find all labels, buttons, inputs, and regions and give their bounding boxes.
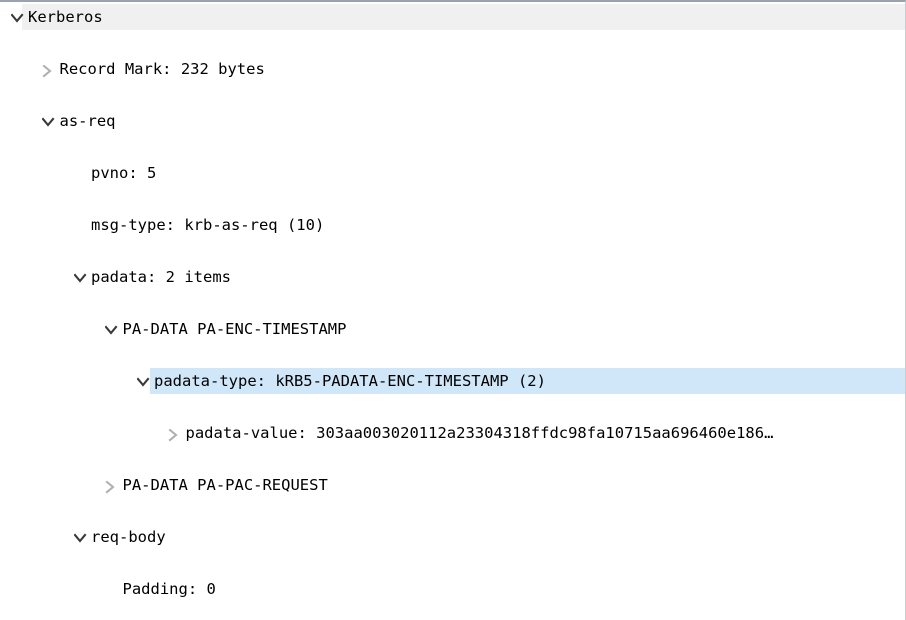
tree-row-req-body[interactable]: req-body (0, 524, 905, 550)
chevron-right-icon[interactable] (166, 420, 184, 446)
packet-details-tree[interactable]: Kerberos Record Mark: 232 bytes as-req pvno… (0, 0, 906, 620)
tree-row-label: Padding: 0 (123, 576, 216, 602)
tree-row-pa-data-enc-timestamp[interactable]: PA-DATA PA-ENC-TIMESTAMP (0, 316, 905, 342)
tree-row-label: padata-value: 303aa003020112a23304318ffd… (186, 420, 774, 446)
tree-row-label: req-body (91, 524, 166, 550)
chevron-right-icon[interactable] (103, 472, 121, 498)
tree-row-label: padata-type: kRB5-PADATA-ENC-TIMESTAMP (… (154, 368, 546, 394)
chevron-down-icon[interactable] (71, 524, 89, 550)
tree-row-pvno[interactable]: pvno: 5 (0, 160, 905, 186)
tree-row-padding[interactable]: Padding: 0 (0, 576, 905, 602)
tree-row-label: padata: 2 items (91, 264, 231, 290)
tree-row-msg-type[interactable]: msg-type: krb-as-req (10) (0, 212, 905, 238)
chevron-right-icon[interactable] (40, 56, 58, 82)
tree-row-label: Kerberos (28, 4, 103, 30)
tree-row-pa-data-pac-request[interactable]: PA-DATA PA-PAC-REQUEST (0, 472, 905, 498)
row-highlight (22, 4, 905, 30)
tree-row-padata-value[interactable]: padata-value: 303aa003020112a23304318ffd… (0, 420, 905, 446)
tree-row-as-req[interactable]: as-req (0, 108, 905, 134)
tree-row-label: PA-DATA PA-PAC-REQUEST (123, 472, 328, 498)
tree-row-label: pvno: 5 (91, 160, 156, 186)
tree-row-kerberos[interactable]: Kerberos (0, 4, 905, 30)
tree-row-label: msg-type: krb-as-req (10) (91, 212, 324, 238)
chevron-down-icon[interactable] (8, 4, 26, 30)
chevron-down-icon[interactable] (71, 264, 89, 290)
tree-row-record-mark[interactable]: Record Mark: 232 bytes (0, 56, 905, 82)
tree-row-padata[interactable]: padata: 2 items (0, 264, 905, 290)
chevron-down-icon[interactable] (40, 108, 58, 134)
chevron-down-icon[interactable] (134, 368, 152, 394)
tree-row-label: Record Mark: 232 bytes (60, 56, 265, 82)
chevron-down-icon[interactable] (103, 316, 121, 342)
tree-row-label: as-req (60, 108, 116, 134)
tree-row-label: PA-DATA PA-ENC-TIMESTAMP (123, 316, 347, 342)
tree-row-padata-type[interactable]: padata-type: kRB5-PADATA-ENC-TIMESTAMP (… (0, 368, 905, 394)
